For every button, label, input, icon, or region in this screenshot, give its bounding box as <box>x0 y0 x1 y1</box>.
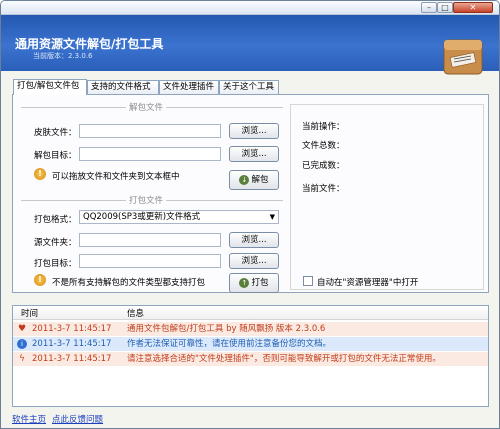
log-time: 2011-3-7 11:45:17 <box>32 339 112 349</box>
auto-open-label[interactable]: 自动在"资源管理器"中打开 <box>317 276 418 288</box>
log-time: 2011-3-7 11:45:17 <box>32 324 112 334</box>
log-row[interactable]: ♥ 2011-3-7 11:45:17 通用文件包解包/打包工具 by 随风飘扬… <box>13 322 488 336</box>
package-logo-icon <box>443 39 483 75</box>
tab-pack-unpack[interactable]: 打包/解包文件包 <box>13 79 87 95</box>
unpack-target-label: 解包目标： <box>34 151 77 161</box>
source-folder-input[interactable] <box>79 233 221 247</box>
pack-format-label: 打包格式： <box>34 215 77 225</box>
unpack-hint: 可以拖放文件和文件夹到文本框中 <box>52 172 180 182</box>
pack-button[interactable]: ↑ 打包 <box>229 273 279 293</box>
warning-icon: ! <box>34 274 46 286</box>
completed-label: 已完成数： <box>302 161 345 171</box>
app-title: 通用资源文件解包/打包工具 <box>15 37 164 51</box>
pack-button-label: 打包 <box>251 278 269 288</box>
tab-plugins[interactable]: 文件处理插件 <box>159 80 219 95</box>
unpack-target-browse-button[interactable]: 浏览... <box>229 146 279 162</box>
log-info: 请注意选择合适的"文件处理插件"，否则可能导致解开或打包的文件无法正常使用。 <box>127 354 441 364</box>
log-row[interactable]: ϟ 2011-3-7 11:45:17 请注意选择合适的"文件处理插件"，否则可… <box>13 352 488 366</box>
maximize-icon: □ <box>441 3 449 12</box>
skin-browse-button[interactable]: 浏览... <box>229 123 279 139</box>
title-bar[interactable]: – □ ✕ <box>1 1 499 15</box>
minimize-icon: – <box>427 3 431 12</box>
col-time-header[interactable]: 时间 <box>21 307 38 319</box>
pack-target-label: 打包目标： <box>34 259 77 269</box>
auto-open-checkbox[interactable] <box>303 276 313 286</box>
pack-group: 打包文件 <box>21 194 283 206</box>
info-icon: ! <box>34 168 46 180</box>
pack-format-select[interactable]: QQ2009(SP3或更新)文件格式 ▼ <box>79 210 279 224</box>
tab-about[interactable]: 关于这个工具 <box>219 80 279 95</box>
log-info: 通用文件包解包/打包工具 by 随风飘扬 版本 2.3.0.6 <box>127 324 326 334</box>
unpack-target-input[interactable] <box>79 147 221 161</box>
pack-target-browse-button[interactable]: 浏览... <box>229 253 279 269</box>
home-link[interactable]: 软件主页 <box>12 415 46 425</box>
unpack-button[interactable]: ↓ 解包 <box>229 170 279 190</box>
log-time: 2011-3-7 11:45:17 <box>32 354 112 364</box>
close-icon: ✕ <box>469 3 477 12</box>
unpack-group-title: 解包文件 <box>126 101 167 113</box>
maximize-button[interactable]: □ <box>437 2 453 13</box>
pack-group-title: 打包文件 <box>126 194 167 206</box>
lightning-icon: ϟ <box>19 354 25 364</box>
log-header: 时间 信息 <box>13 306 488 320</box>
col-info-header[interactable]: 信息 <box>127 307 144 319</box>
minimize-button[interactable]: – <box>421 2 437 13</box>
heart-icon: ♥ <box>17 324 27 334</box>
log-info: 作者无法保证可靠性，请在使用前注意备份您的文档。 <box>127 339 332 349</box>
unpack-group: 解包文件 <box>21 101 283 113</box>
unpack-icon: ↓ <box>239 174 250 185</box>
pack-format-value: QQ2009(SP3或更新)文件格式 <box>83 212 201 222</box>
footer-links: 软件主页 点此反馈问题 <box>12 413 109 425</box>
log-row[interactable]: i 2011-3-7 11:45:17 作者无法保证可靠性，请在使用前注意备份您… <box>13 337 488 351</box>
unpack-button-label: 解包 <box>251 175 269 185</box>
close-button[interactable]: ✕ <box>453 2 493 13</box>
dropdown-arrow-icon: ▼ <box>269 213 275 221</box>
pack-icon: ↑ <box>239 277 250 288</box>
current-operation-label: 当前操作： <box>302 122 345 132</box>
feedback-link[interactable]: 点此反馈问题 <box>52 415 103 425</box>
tab-formats[interactable]: 支持的文件格式 <box>87 80 159 95</box>
main-window: – □ ✕ 通用资源文件解包/打包工具 当前版本：2.3.0.6 打包/解包文件… <box>0 0 500 429</box>
total-files-label: 文件总数： <box>302 141 345 151</box>
header-banner: 通用资源文件解包/打包工具 当前版本：2.3.0.6 <box>1 15 499 75</box>
skin-file-label: 皮肤文件： <box>34 128 77 138</box>
source-folder-label: 源文件夹： <box>34 238 77 248</box>
log-list[interactable]: 时间 信息 ♥ 2011-3-7 11:45:17 通用文件包解包/打包工具 b… <box>12 305 489 407</box>
pack-hint: 不是所有支持解包的文件类型都支持打包 <box>52 278 206 288</box>
current-file-label: 当前文件： <box>302 184 345 194</box>
source-browse-button[interactable]: 浏览... <box>229 232 279 248</box>
app-version: 当前版本：2.3.0.6 <box>33 52 93 60</box>
pack-target-input[interactable] <box>79 254 221 268</box>
info-icon: i <box>17 339 27 349</box>
skin-file-input[interactable] <box>79 124 221 138</box>
